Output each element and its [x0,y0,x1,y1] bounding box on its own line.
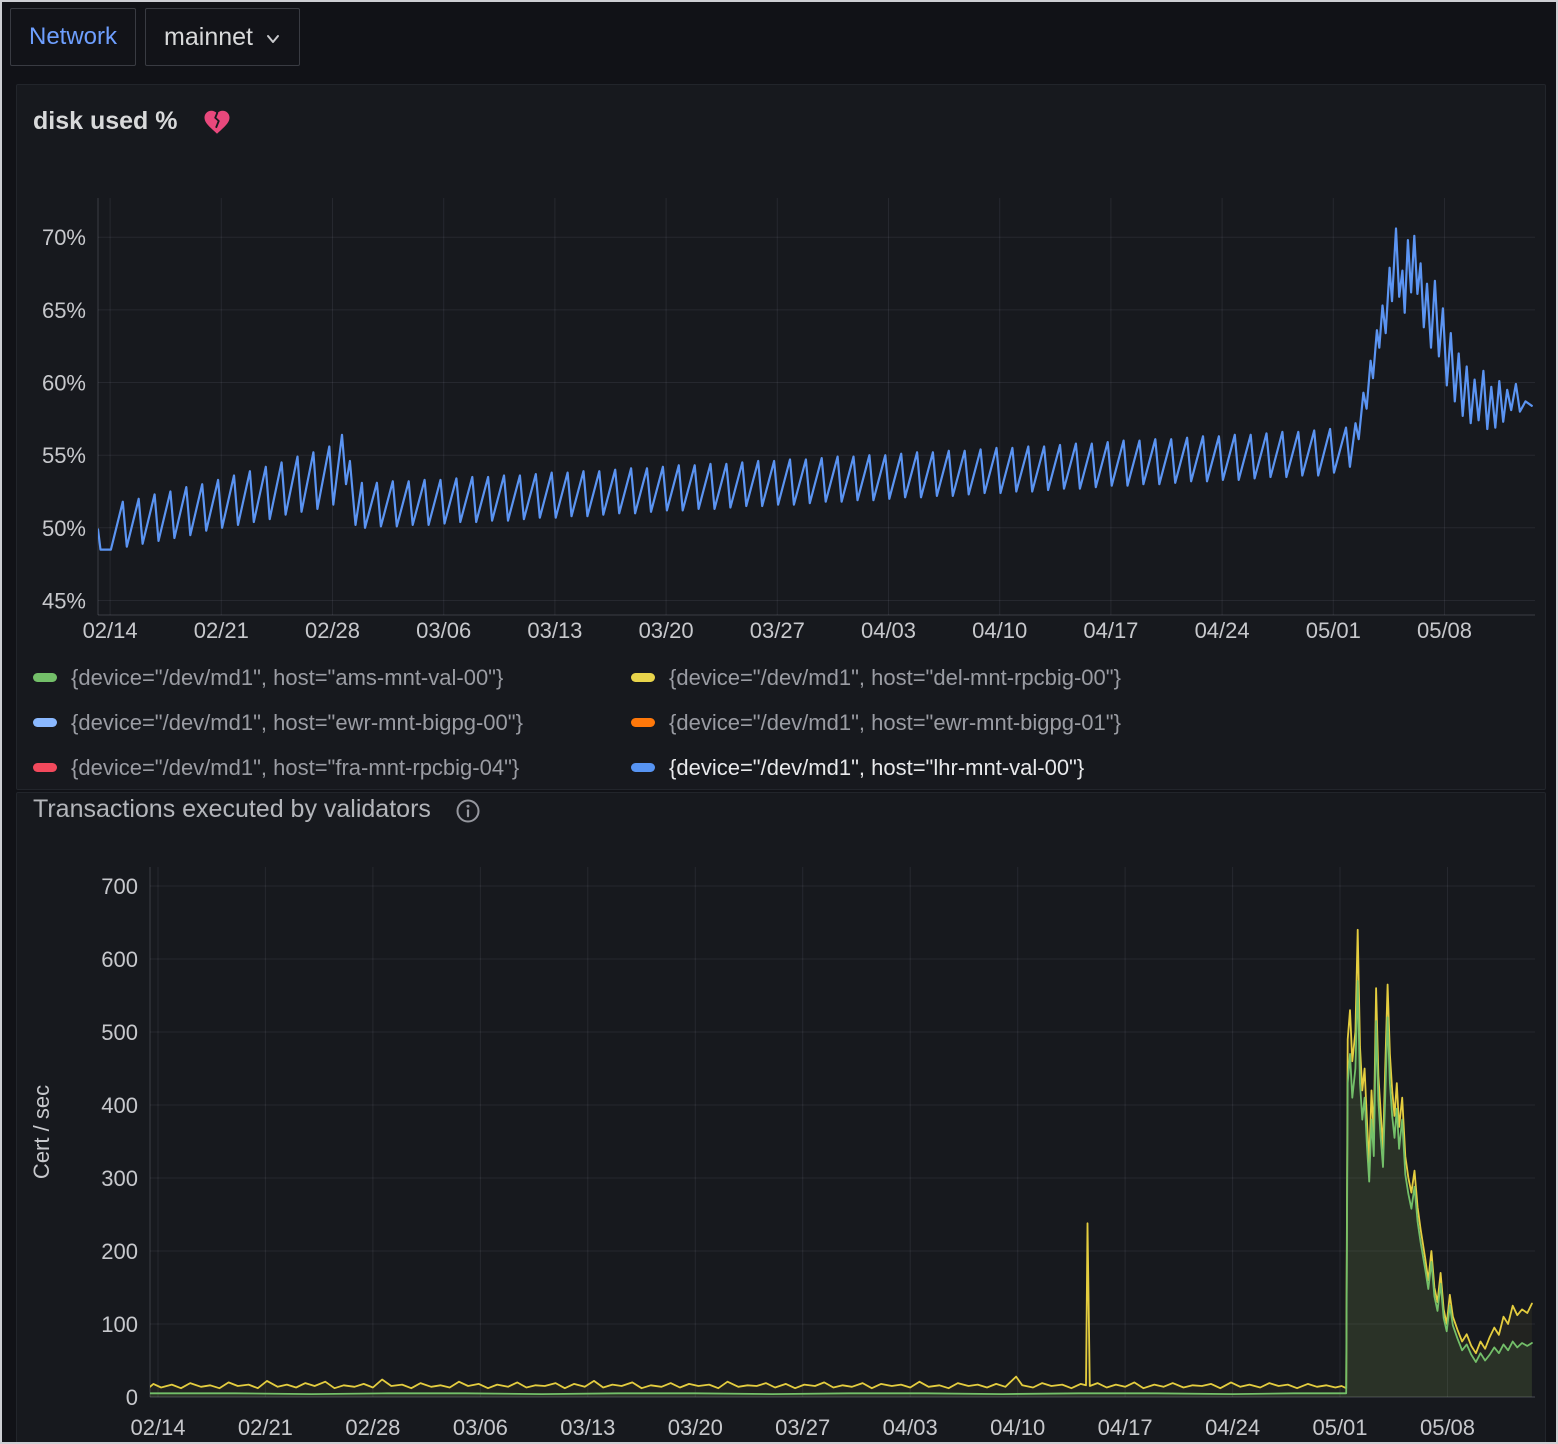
legend-label: {device="/dev/md1", host="ams-mnt-val-00… [71,665,503,691]
disk-used-chart[interactable]: 02/14 02/21 02/28 03/06 03/13 03/20 03/27 04/03… [19,153,1545,653]
svg-text:05/08: 05/08 [1420,1415,1475,1440]
legend-swatch [33,718,57,727]
svg-text:700: 700 [101,874,138,899]
svg-text:500: 500 [101,1020,138,1045]
disk-legend: {device="/dev/md1", host="ams-mnt-val-00… [33,655,1121,790]
svg-text:02/21: 02/21 [194,618,249,643]
svg-text:03/06: 03/06 [453,1415,508,1440]
network-variable-dropdown[interactable]: mainnet [145,8,300,66]
legend-item-4[interactable]: {device="/dev/md1", host="fra-mnt-rpcbig… [33,745,631,790]
transactions-chart[interactable]: 02/14 02/21 02/28 03/06 03/13 03/20 03/27 04/03… [19,803,1545,1444]
svg-text:02/14: 02/14 [130,1415,185,1440]
svg-text:03/13: 03/13 [560,1415,615,1440]
svg-text:03/13: 03/13 [527,618,582,643]
disk-panel-title[interactable]: disk used % [33,107,178,136]
svg-text:05/01: 05/01 [1306,618,1361,643]
legend-swatch [631,718,655,727]
svg-text:04/17: 04/17 [1083,618,1138,643]
series-lhr-mnt-val-00 [98,229,1532,550]
svg-text:02/28: 02/28 [345,1415,400,1440]
variable-bar: Network mainnet [10,8,300,72]
svg-text:70%: 70% [42,225,86,250]
svg-text:04/10: 04/10 [972,618,1027,643]
legend-label: {device="/dev/md1", host="lhr-mnt-val-00… [669,755,1084,781]
svg-text:65%: 65% [42,298,86,323]
svg-text:45%: 45% [42,589,86,614]
svg-text:60%: 60% [42,371,86,396]
legend-label: {device="/dev/md1", host="ewr-mnt-bigpg-… [669,710,1121,736]
svg-text:55%: 55% [42,443,86,468]
panel-transactions: Transactions executed by validators 02/1… [16,792,1546,1444]
panel-disk-used: disk used % 02/14 02/21 02/28 03/06 03/13 03/… [16,84,1546,790]
legend-item-5[interactable]: {device="/dev/md1", host="lhr-mnt-val-00… [631,745,1121,790]
svg-text:03/20: 03/20 [639,618,694,643]
legend-swatch [33,673,57,682]
svg-text:03/06: 03/06 [416,618,471,643]
legend-label: {device="/dev/md1", host="fra-mnt-rpcbig… [71,755,519,781]
network-variable-label-box: Network [10,8,136,66]
series-validators-green [150,981,1532,1394]
legend-swatch [33,763,57,772]
svg-text:02/28: 02/28 [305,618,360,643]
svg-text:600: 600 [101,947,138,972]
tx-chart-svg: 02/14 02/21 02/28 03/06 03/13 03/20 03/27 04/03… [19,803,1545,1444]
svg-text:03/20: 03/20 [668,1415,723,1440]
svg-text:02/14: 02/14 [83,618,138,643]
svg-text:04/03: 04/03 [861,618,916,643]
svg-text:05/01: 05/01 [1312,1415,1367,1440]
svg-text:0: 0 [126,1385,138,1410]
legend-swatch [631,763,655,772]
svg-text:04/17: 04/17 [1098,1415,1153,1440]
svg-text:Cert / sec: Cert / sec [29,1085,54,1179]
legend-item-3[interactable]: {device="/dev/md1", host="ewr-mnt-bigpg-… [631,700,1121,745]
svg-text:50%: 50% [42,516,86,541]
legend-item-2[interactable]: {device="/dev/md1", host="ewr-mnt-bigpg-… [33,700,631,745]
svg-text:100: 100 [101,1312,138,1337]
svg-text:400: 400 [101,1093,138,1118]
legend-item-1[interactable]: {device="/dev/md1", host="del-mnt-rpcbig… [631,655,1121,700]
svg-text:03/27: 03/27 [775,1415,830,1440]
series-validators-yellow [150,930,1532,1388]
grafana-dashboard: Network mainnet disk used % 02/1402/2102… [0,0,1558,1444]
legend-swatch [631,673,655,682]
disk-chart-svg: 02/14 02/21 02/28 03/06 03/13 03/20 03/27 04/03… [19,153,1545,653]
svg-text:04/24: 04/24 [1205,1415,1260,1440]
network-variable-label: Network [29,23,117,51]
legend-item-0[interactable]: {device="/dev/md1", host="ams-mnt-val-00… [33,655,631,700]
svg-text:04/03: 04/03 [883,1415,938,1440]
svg-text:04/24: 04/24 [1195,618,1250,643]
network-variable-value[interactable]: mainnet [164,23,253,52]
legend-label: {device="/dev/md1", host="ewr-mnt-bigpg-… [71,710,523,736]
legend-label: {device="/dev/md1", host="del-mnt-rpcbig… [669,665,1121,691]
broken-heart-icon [202,107,232,137]
svg-text:03/27: 03/27 [750,618,805,643]
svg-text:05/08: 05/08 [1417,618,1472,643]
chevron-down-icon [265,24,281,53]
svg-text:02/21: 02/21 [238,1415,293,1440]
svg-text:200: 200 [101,1239,138,1264]
svg-text:04/10: 04/10 [990,1415,1045,1440]
svg-text:300: 300 [101,1166,138,1191]
